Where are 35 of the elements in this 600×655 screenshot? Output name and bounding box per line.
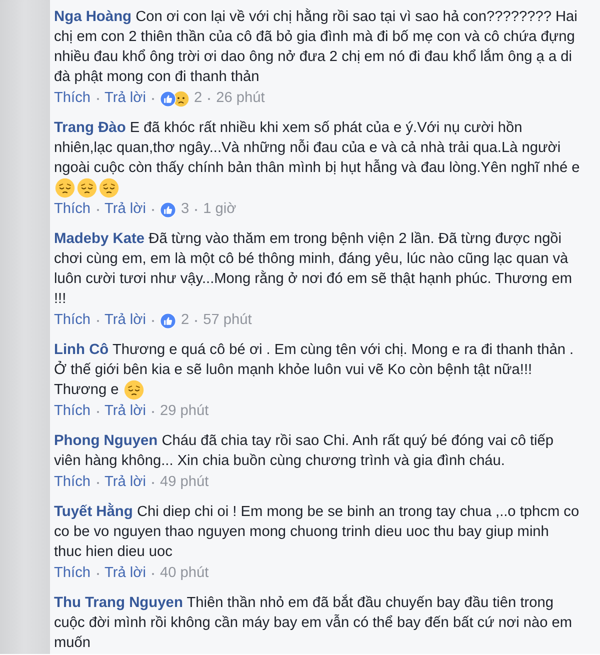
comment-text: Thu Trang Nguyen Thiên thần nhỏ em đã bắt đầu chuyến bay đầu tiên trong cuộc đời mình rồi không cần máy bay em vẫn có thể bay đến bất cứ nơi nào em muốn <box>54 593 574 654</box>
reply-link[interactable]: Trả lời <box>104 563 146 586</box>
author-name[interactable]: Phong Nguyen <box>54 433 158 450</box>
reaction-count[interactable]: 3 <box>180 199 190 222</box>
like-link[interactable]: Thích <box>54 472 90 494</box>
author-name[interactable]: Madeby Kate <box>54 231 145 248</box>
reply-link[interactable]: Trả lời <box>104 472 146 494</box>
like-link[interactable]: Thích <box>54 199 90 222</box>
comment-text: Phong Nguyen Cháu đã chia tay rồi sao Chi. Anh rất quý bé đóng vai cô tiếp viên hàng không... Xin chia buồn cùng chương trình và gia đình cháu. <box>54 432 555 472</box>
reaction-count[interactable]: 2 <box>194 88 202 110</box>
like-link[interactable]: Thích <box>54 310 90 332</box>
comment-time[interactable]: 29 phút <box>160 401 209 424</box>
author-name[interactable]: Thu Trang Nguyen <box>54 595 183 612</box>
author-name[interactable]: Trang Đào <box>54 120 126 136</box>
reply-link[interactable]: Trả lời <box>104 310 146 332</box>
reply-link[interactable]: Trả lời <box>104 199 146 222</box>
comment-text: Tuyết Hằng Chi diep chi oi ! Em mong be se binh an trong tay chua ,..o tphcm co co be vo nguyen thao nguyen mong chuong trinh dieu uoc thu bay giup minh thuc hien dieu uoc <box>54 502 580 562</box>
reaction-count[interactable]: 2 <box>180 310 190 332</box>
like-link[interactable]: Thích <box>54 563 90 586</box>
comment-time[interactable]: 49 phút <box>160 472 209 494</box>
reply-link[interactable]: Trả lời <box>104 401 146 424</box>
like-link[interactable]: Thích <box>54 88 90 110</box>
comment-time[interactable]: 40 phút <box>160 563 209 586</box>
comment-text: Trang Đào E đã khóc rất nhiều khi xem số phát của e ý.Với nụ cười hồn nhiên,lạc quan,thơ ngây...Và những nỗi đau của e và cả nhà trải qua.Là người ngoài cuộc còn thấy chính bản thân mình bị hụt hẫng và đau lòng.Yên nghĩ nhé e <box>54 118 580 198</box>
comment-text: Madeby Kate Đã từng vào thăm em trong bệnh viện 2 lần. Đã từng được ngồi chơi cùng em, em là một cô bé thông minh, đáng yêu, lúc nào cũng lạc quan và luôn cười tươi như vậy...Mong rằng ở nơi đó em sẽ thật hạnh phúc. Thương em !!! <box>54 230 573 310</box>
comment-time[interactable]: 57 phút <box>203 310 252 332</box>
comment-time[interactable]: 26 phút <box>216 88 265 110</box>
comment-text: Linh Cô Thương e quá cô bé ơi . Em cùng tên với chị. Mong e ra đi thanh thản . Ở thế giới bên kia e sẽ luôn mạnh khỏe luôn vui vẽ Ko còn bệnh tật nữa!!! Thương e <box>54 341 575 400</box>
comment-time[interactable]: 1 giờ <box>203 199 236 222</box>
like-link[interactable]: Thích <box>54 401 90 424</box>
author-name[interactable]: Tuyết Hằng <box>54 504 133 520</box>
author-name[interactable]: Nga Hoàng <box>54 9 132 25</box>
author-name[interactable]: Linh Cô <box>54 342 109 358</box>
comment-text: Nga Hoàng Con ơi con lại về với chị hằng rồi sao tại vì sao hả con???????? Hai chị em con 2 thiên thần của cô đã bỏ gia đình mà đi bố mẹ con và cô chứa đựng nhiều đau khổ ông trời ơi dao ông nở đưa 2 chị em nó đi đau khổ lắm ông ạ a di đà phật mong con đi thanh thản <box>54 7 578 87</box>
reply-link[interactable]: Trả lời <box>104 88 146 110</box>
